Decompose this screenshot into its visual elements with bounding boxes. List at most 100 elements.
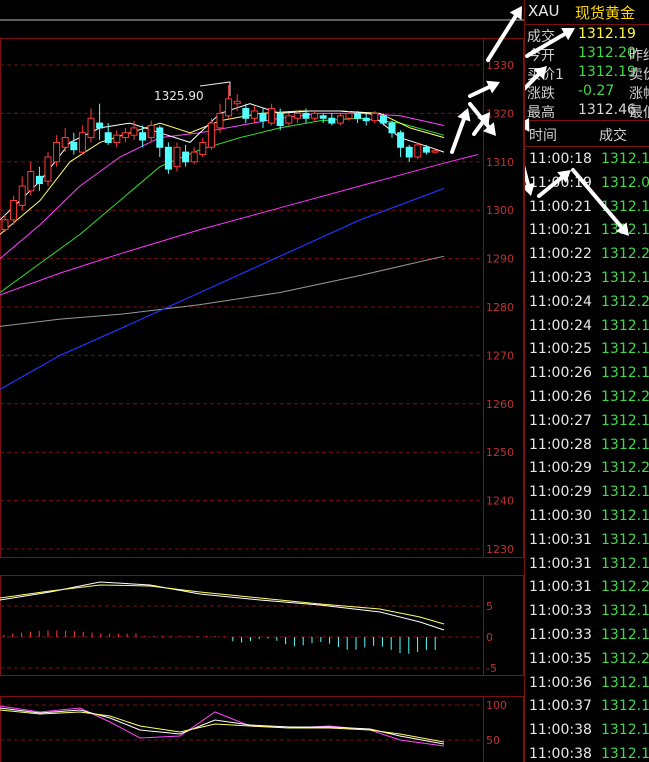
- tick-list[interactable]: 11:00:18 1312.1 11:00:19 1312.0 11:00:21 1312…: [525, 148, 649, 762]
- quote-value: 1312.19: [578, 64, 636, 80]
- tick-price: 1312.1: [601, 603, 649, 620]
- price-tick-label: 1290: [486, 253, 514, 266]
- candle-down: [259, 112, 267, 122]
- candle-down: [182, 151, 190, 163]
- tick-row[interactable]: 11:00:37 1312.1: [525, 695, 649, 719]
- tick-row[interactable]: 11:00:31 1312.2: [525, 576, 649, 600]
- candle-up: [53, 141, 61, 163]
- tick-time: 11:00:31: [529, 555, 592, 572]
- ticks-header: 时间 成交: [525, 122, 649, 146]
- tick-price: 1312.1: [601, 507, 649, 524]
- quote-divider: [525, 120, 649, 121]
- tick-price: 1312.1: [601, 269, 649, 286]
- arrow-shaft: [468, 85, 492, 98]
- candle-down: [354, 112, 362, 119]
- tick-price: 1312.2: [601, 650, 649, 667]
- tick-row[interactable]: 11:00:27 1312.1: [525, 410, 649, 434]
- tick-row[interactable]: 11:00:31 1312.1: [525, 553, 649, 577]
- price-tick-label: 1330: [486, 59, 514, 72]
- candle-down: [139, 132, 147, 141]
- tick-price: 1312.1: [601, 531, 649, 548]
- peak-price-label: 1325.90: [154, 89, 204, 103]
- tick-row[interactable]: 11:00:21 1312.1: [525, 196, 649, 220]
- candle-up: [44, 156, 52, 182]
- tick-time: 11:00:29: [529, 460, 592, 477]
- tick-row[interactable]: 11:00:26 1312.2: [525, 386, 649, 410]
- tick-price: 1312.1: [601, 484, 649, 501]
- trading-app: 1330 1320 1310 1300 1290 1280 1270 1260 1250 1240…: [0, 0, 649, 762]
- kdj-k-line: [0, 707, 445, 745]
- tick-row[interactable]: 11:00:24 1312.1: [525, 315, 649, 339]
- tick-row[interactable]: 11:00:35 1312.2: [525, 648, 649, 672]
- tick-row[interactable]: 11:00:28 1312.1: [525, 434, 649, 458]
- quote-label: 成交: [527, 29, 555, 45]
- candle-up: [61, 137, 69, 148]
- quote-value: 1312.20: [578, 45, 636, 61]
- candle-up: [10, 200, 18, 221]
- tick-row[interactable]: 11:00:38 1312.1: [525, 743, 649, 762]
- tick-price: 1312.1: [601, 722, 649, 739]
- tick-row[interactable]: 11:00:33 1312.1: [525, 624, 649, 648]
- quote-label: 买价1: [527, 67, 564, 83]
- quote-row: 买价1 1312.19卖价: [525, 64, 649, 83]
- ma10-line: [0, 110, 445, 235]
- tick-row[interactable]: 11:00:31 1312.1: [525, 529, 649, 553]
- chart-svg[interactable]: 1330 1320 1310 1300 1290 1280 1270 1260 1250 1240…: [0, 0, 524, 762]
- tick-price: 1312.1: [601, 222, 649, 239]
- tick-price: 1312.1: [601, 555, 649, 572]
- tick-time: 11:00:21: [529, 198, 592, 215]
- tick-row[interactable]: 11:00:36 1312.1: [525, 672, 649, 696]
- candle-up: [18, 185, 26, 206]
- macd-panel-frame: [0, 575, 524, 676]
- candle-up: [225, 98, 233, 117]
- tick-price: 1312.1: [601, 698, 649, 715]
- tick-price: 1312.2: [601, 579, 649, 596]
- tick-row[interactable]: 11:00:22 1312.2: [525, 243, 649, 267]
- tick-row[interactable]: 11:00:33 1312.1: [525, 600, 649, 624]
- tick-time: 11:00:28: [529, 436, 592, 453]
- tick-time: 11:00:22: [529, 246, 592, 263]
- tick-row[interactable]: 11:00:23 1312.1: [525, 267, 649, 291]
- kdj-panel-frame: [0, 696, 524, 762]
- tick-row[interactable]: 11:00:25 1312.1: [525, 338, 649, 362]
- candle-up: [113, 134, 121, 143]
- candle-down: [164, 146, 172, 170]
- tick-time: 11:00:23: [529, 269, 592, 286]
- tick-row[interactable]: 11:00:38 1312.1: [525, 719, 649, 743]
- ticks-header-divider: [525, 146, 649, 147]
- quote-right-label: 涨幅: [629, 86, 649, 102]
- quote-label: 涨跌: [527, 86, 555, 102]
- tick-row[interactable]: 11:00:29 1312.2: [525, 457, 649, 481]
- tick-row[interactable]: 11:00:21 1312.1: [525, 219, 649, 243]
- candle-up: [311, 112, 319, 119]
- tick-time: 11:00:36: [529, 674, 592, 691]
- tick-price: 1312.2: [601, 246, 649, 263]
- instrument-header: XAU 现货黄金: [525, 0, 649, 24]
- macd-panel: [0, 581, 445, 654]
- annotation-arrows: [450, 6, 522, 154]
- tick-row[interactable]: 11:00:26 1312.1: [525, 362, 649, 386]
- tick-row[interactable]: 11:00:30 1312.1: [525, 505, 649, 529]
- candle-up: [233, 100, 241, 105]
- tick-row[interactable]: 11:00:29 1312.1: [525, 481, 649, 505]
- tick-price: 1312.1: [601, 436, 649, 453]
- tick-price: 1312.1: [601, 412, 649, 429]
- chart-area[interactable]: 1330 1320 1310 1300 1290 1280 1270 1260 1250 1240…: [0, 0, 524, 762]
- price-tick-label: 1280: [486, 301, 514, 314]
- tick-price: 1312.1: [601, 317, 649, 334]
- quote-right-label: 卖价: [629, 67, 649, 83]
- candle-down: [35, 175, 43, 185]
- candle-down: [379, 115, 387, 124]
- tick-row[interactable]: 11:00:19 1312.0: [525, 172, 649, 196]
- price-tick-label: 1270: [486, 349, 514, 362]
- tick-row[interactable]: 11:00:24 1312.2: [525, 291, 649, 315]
- tick-time: 11:00:18: [529, 151, 592, 167]
- price-tick-label: 1230: [486, 543, 514, 556]
- tick-time: 11:00:26: [529, 388, 592, 405]
- quote-row: 最高 1312.46最低: [525, 102, 649, 121]
- tick-price: 1312.1: [601, 674, 649, 691]
- ma120-line: [0, 187, 445, 390]
- candle-down: [302, 112, 310, 119]
- tick-time: 11:00:24: [529, 293, 592, 310]
- tick-row[interactable]: 11:00:18 1312.1: [525, 148, 649, 172]
